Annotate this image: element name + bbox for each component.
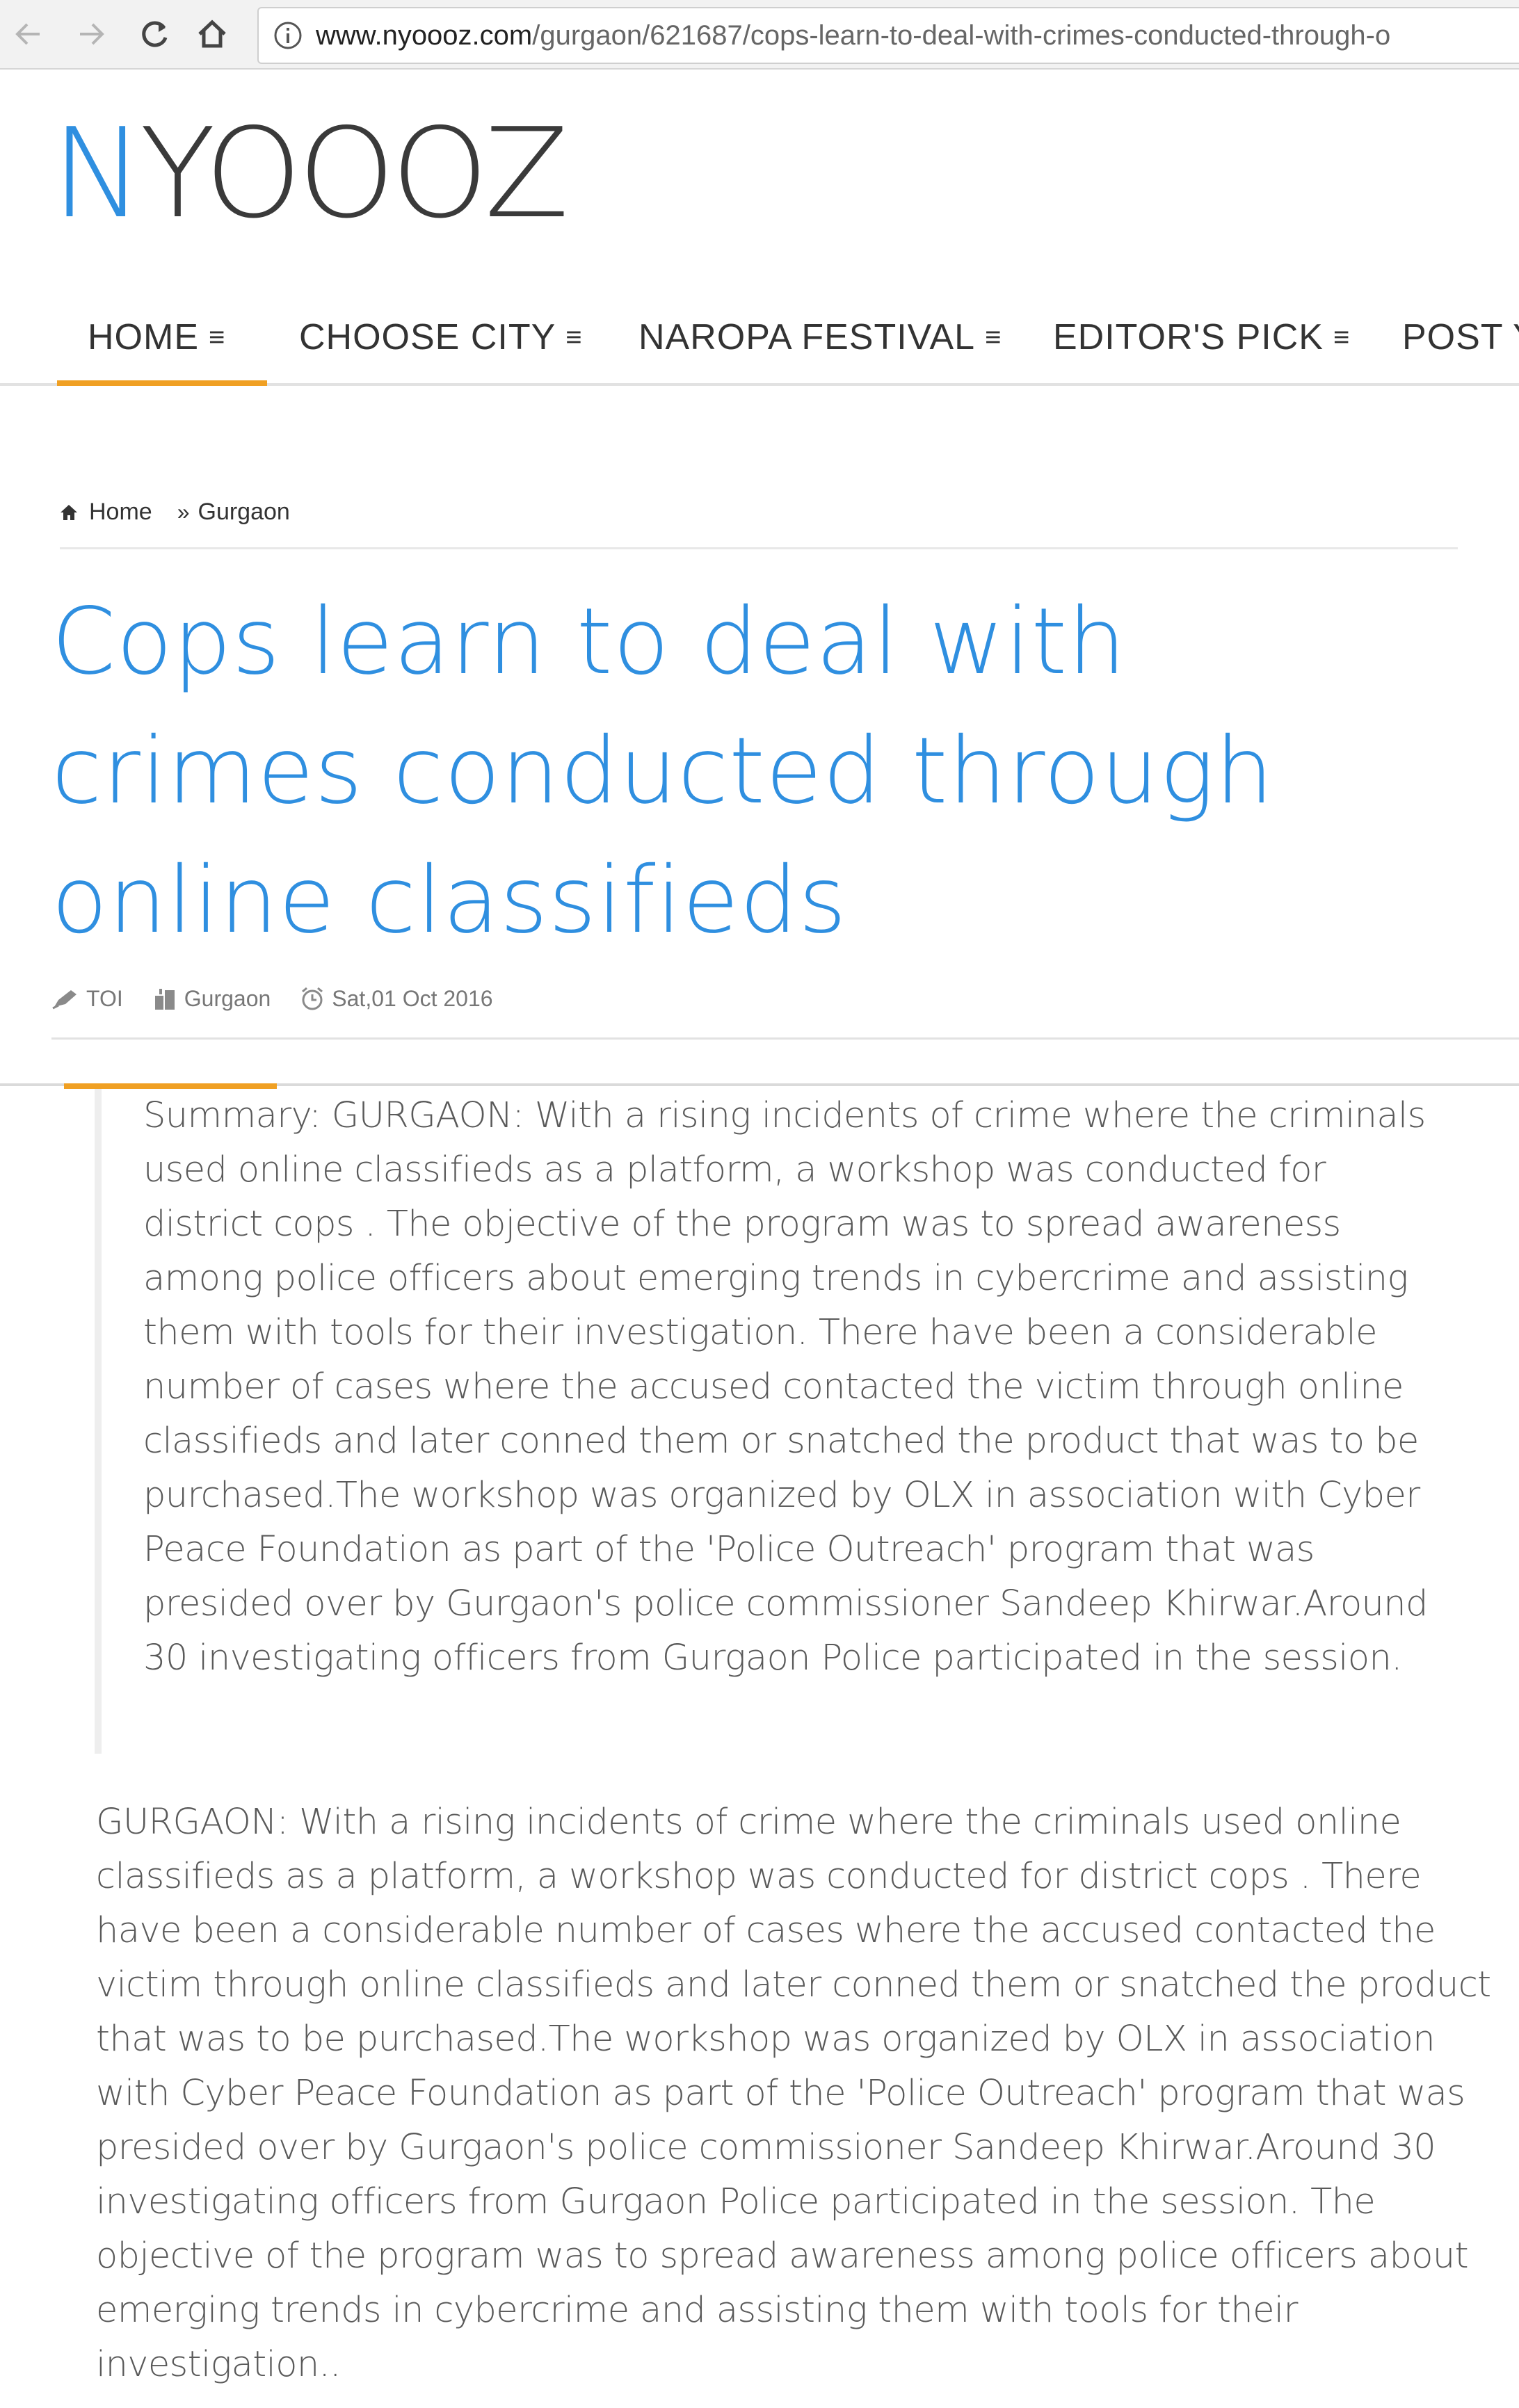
reload-button[interactable]: [131, 10, 179, 58]
menu-icon: ≡: [985, 321, 1002, 353]
article-meta: TOI Gurgaon Sat,01 Oct 2016: [51, 978, 522, 1019]
arrow-right-icon: [80, 23, 104, 45]
breadcrumb-city[interactable]: Gurgaon: [198, 499, 290, 526]
info-icon[interactable]: [273, 20, 303, 51]
nav-item-label: CHOOSE CITY: [299, 317, 556, 357]
article-summary-text: Summary: GURGAON: With a rising incident…: [143, 1095, 1428, 1679]
nav-item-label: NAROPA FESTIVAL: [638, 317, 976, 357]
breadcrumb-city-label: Gurgaon: [198, 499, 290, 525]
reload-icon: [142, 21, 168, 47]
forward-button[interactable]: [67, 10, 115, 58]
page-title: Cops learn to deal with crimes conducted…: [51, 588, 1274, 954]
article-city-label: Gurgaon: [184, 985, 271, 1011]
breadcrumb-home[interactable]: Home: [60, 499, 152, 526]
meta-divider: [51, 1037, 1519, 1040]
pen-icon: [52, 990, 77, 1010]
browser-toolbar: www.nyoooz.com/gurgaon/621687/cops-learn…: [0, 0, 1519, 70]
nav-item-label: POST Y: [1402, 317, 1519, 357]
url-path: /gurgaon/621687/cops-learn-to-deal-with-…: [532, 19, 1391, 51]
home-icon: [198, 19, 226, 48]
menu-icon: ≡: [209, 321, 226, 353]
building-icon: [154, 989, 175, 1010]
breadcrumb-home-label: Home: [89, 499, 152, 525]
site-logo[interactable]: NYOOOZ: [51, 102, 569, 245]
article-source: TOI: [51, 986, 123, 1012]
logo-letter-n: N: [51, 102, 144, 245]
article-date: Sat,01 Oct 2016: [300, 985, 493, 1012]
menu-icon: ≡: [565, 321, 583, 353]
nav-item-home[interactable]: HOME ≡: [88, 299, 225, 375]
main-navigation: HOME ≡ CHOOSE CITY ≡ NAROPA FESTIVAL ≡ E…: [0, 285, 1519, 386]
nav-item-naropa-festival[interactable]: NAROPA FESTIVAL ≡: [638, 299, 1002, 375]
menu-icon: ≡: [1333, 321, 1351, 353]
breadcrumb: Home » Gurgaon: [60, 487, 1458, 549]
article-summary: Summary: GURGAON: With a rising incident…: [95, 1089, 1437, 1754]
nav-item-editors-pick[interactable]: EDITOR'S PICK ≡: [1053, 299, 1350, 375]
logo-letters: YOOOZ: [140, 102, 569, 245]
nav-item-label: EDITOR'S PICK: [1053, 317, 1324, 357]
address-bar[interactable]: www.nyoooz.com/gurgaon/621687/cops-learn…: [257, 7, 1519, 64]
breadcrumb-separator: »: [177, 499, 190, 524]
article-body: GURGAON: With a rising incidents of crim…: [96, 1802, 1491, 2385]
back-button[interactable]: [4, 10, 53, 58]
nav-item-label: HOME: [88, 317, 199, 357]
article-date-label: Sat,01 Oct 2016: [332, 985, 493, 1011]
url-host: www.nyoooz.com: [316, 19, 533, 51]
section-accent-bar: [64, 1083, 277, 1089]
arrow-left-icon: [15, 23, 40, 45]
article-source-label: TOI: [86, 985, 123, 1011]
home-icon: [61, 504, 77, 520]
nav-item-post[interactable]: POST Y: [1402, 299, 1519, 375]
logo-wordmark: NYOOOZ: [51, 102, 569, 245]
clock-icon: [302, 987, 323, 1010]
home-button[interactable]: [188, 10, 236, 58]
url-text: www.nyoooz.com/gurgaon/621687/cops-learn…: [316, 20, 1390, 51]
article-city: Gurgaon: [152, 986, 271, 1012]
nav-active-indicator: [57, 380, 267, 386]
nav-item-choose-city[interactable]: CHOOSE CITY ≡: [299, 299, 583, 375]
